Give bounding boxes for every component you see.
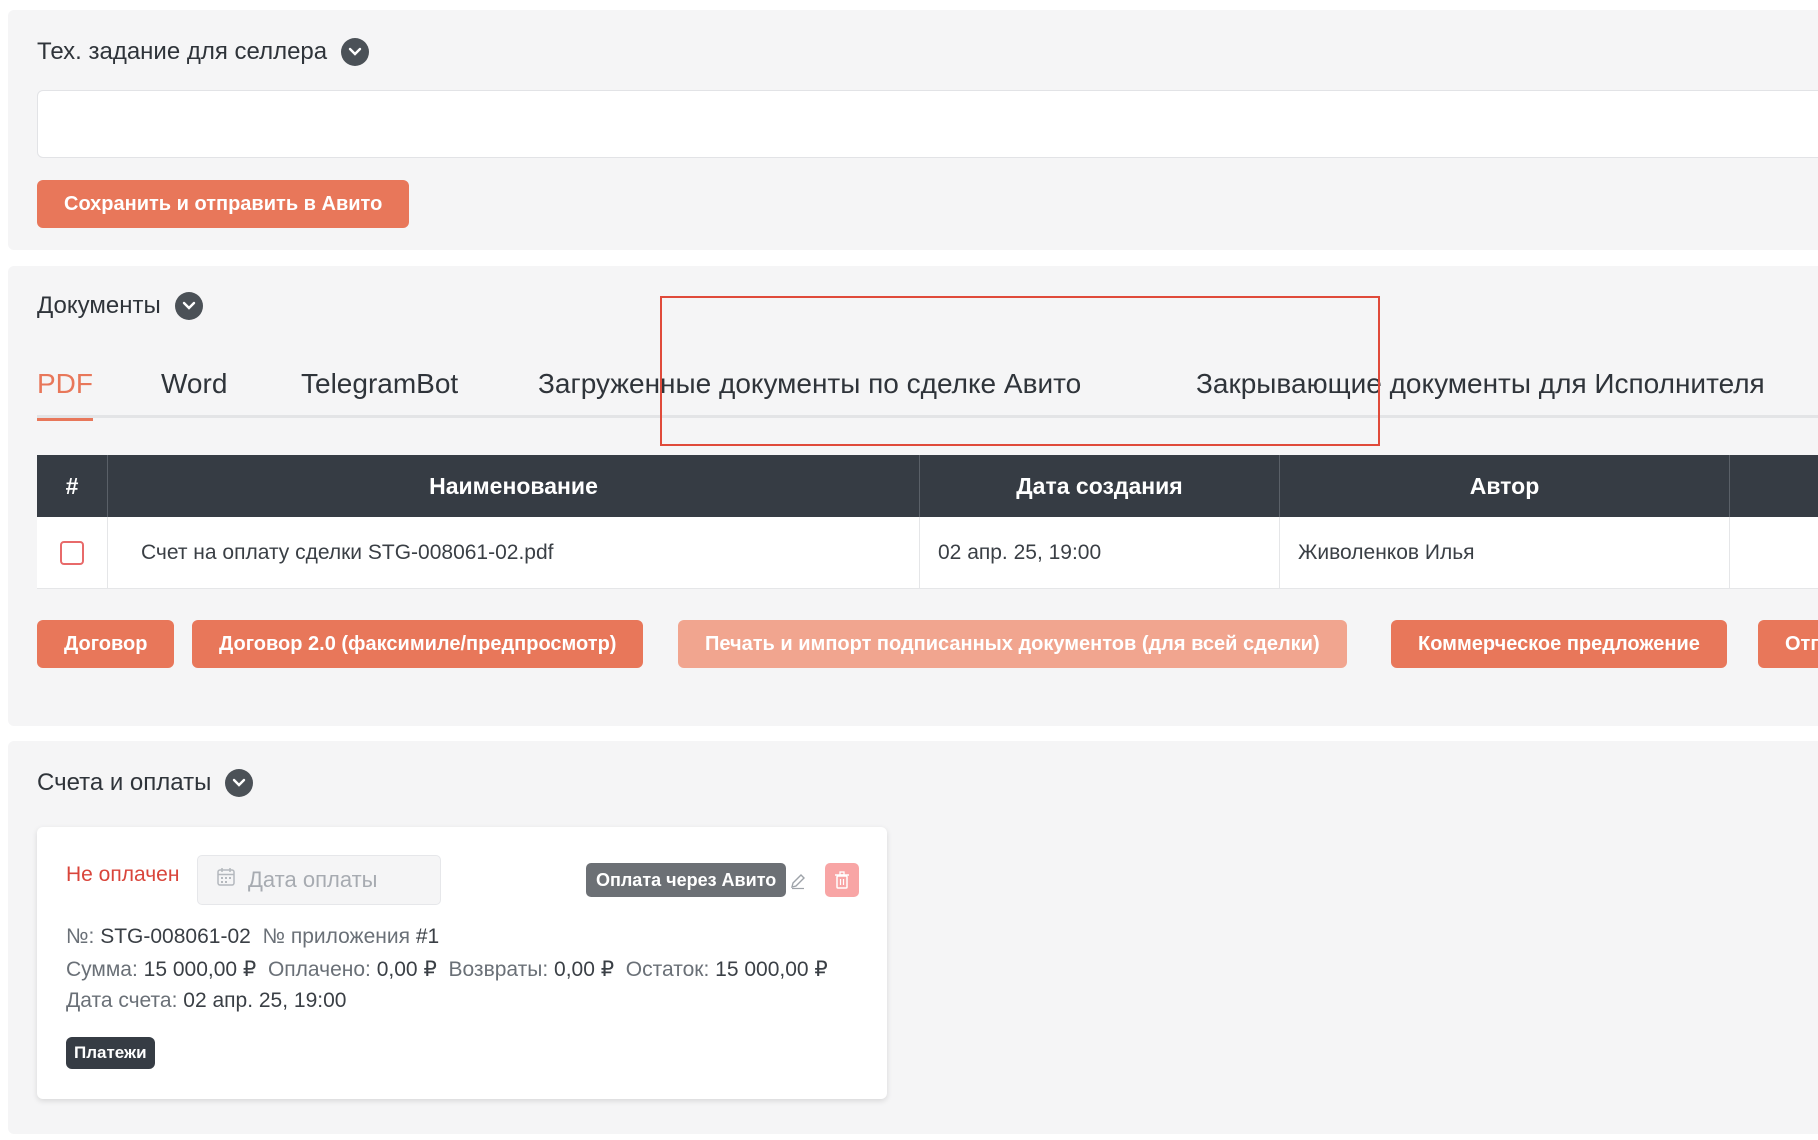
- rest-label: Остаток:: [625, 958, 710, 981]
- document-author: Живоленков Илья: [1280, 517, 1730, 589]
- bill-amounts-line: Сумма: 15 000,00 ₽ Оплачено: 0,00 ₽ Возв…: [66, 957, 828, 982]
- contract-button[interactable]: Договор: [37, 620, 175, 668]
- tab-avito-uploaded-docs[interactable]: Загруженные документы по сделке Авито: [538, 368, 1081, 418]
- tab-word[interactable]: Word: [161, 368, 227, 418]
- edit-icon[interactable]: [789, 872, 807, 895]
- save-and-send-avito-button[interactable]: Сохранить и отправить в Авито: [37, 180, 410, 228]
- sum-label: Сумма:: [66, 958, 138, 981]
- commercial-offer-button[interactable]: Коммерческое предложение: [1391, 620, 1727, 668]
- document-date: 02 апр. 25, 19:00: [920, 517, 1280, 589]
- documents-title-row: Документы: [37, 292, 203, 320]
- shipment-button[interactable]: Отг: [1758, 620, 1818, 668]
- column-header-extra: [1730, 455, 1818, 517]
- tab-telegrambot[interactable]: TelegramBot: [301, 368, 458, 418]
- bill-date: 02 апр. 25, 19:00: [183, 989, 347, 1012]
- tech-spec-title-row: Тех. задание для селлера: [37, 38, 370, 66]
- bill-date-line: Дата счета: 02 апр. 25, 19:00: [66, 989, 346, 1013]
- document-tabs: PDF Word TelegramBot Загруженные докумен…: [37, 368, 1818, 421]
- row-select-cell: [37, 517, 108, 589]
- sum-value: 15 000,00 ₽: [143, 958, 257, 981]
- documents-table: # Наименование Дата создания Автор Счет …: [37, 455, 1818, 589]
- payments-button[interactable]: Платежи: [66, 1037, 155, 1069]
- tab-closing-docs[interactable]: Закрывающие документы для Исполнителя: [1196, 368, 1765, 418]
- payment-date-input[interactable]: Дата оплаты: [197, 855, 441, 905]
- tech-spec-input[interactable]: [37, 90, 1818, 158]
- refunds-value: 0,00 ₽: [554, 958, 615, 981]
- avito-payment-badge[interactable]: Оплата через Авито: [586, 863, 787, 897]
- column-header-author[interactable]: Автор: [1280, 455, 1730, 517]
- documents-panel: Документы PDF Word TelegramBot Загруженн…: [8, 266, 1818, 726]
- tech-spec-panel: Тех. задание для селлера Сохранить и отп…: [8, 10, 1818, 250]
- table-header: # Наименование Дата создания Автор: [37, 455, 1818, 517]
- paid-value: 0,00 ₽: [376, 958, 437, 981]
- appendix-label: № приложения: [262, 925, 410, 948]
- documents-title: Документы: [37, 292, 161, 319]
- chevron-down-icon[interactable]: [225, 769, 254, 797]
- number-label: №:: [66, 925, 95, 948]
- appendix-number: #1: [415, 925, 440, 948]
- rest-value: 15 000,00 ₽: [715, 958, 828, 981]
- table-row: Счет на оплату сделки STG-008061-02.pdf …: [37, 517, 1818, 589]
- paid-label: Оплачено:: [267, 958, 371, 981]
- calendar-icon: [216, 867, 236, 893]
- bills-panel: Счета и оплаты Не оплачен Дата оплаты Оп…: [8, 741, 1818, 1134]
- tab-pdf[interactable]: PDF: [37, 368, 93, 421]
- bills-title-row: Счета и оплаты: [37, 769, 254, 797]
- tech-spec-title: Тех. задание для селлера: [37, 38, 328, 65]
- document-extra-cell: [1730, 517, 1818, 589]
- chevron-down-icon[interactable]: [341, 38, 370, 66]
- column-header-name[interactable]: Наименование: [108, 455, 920, 517]
- document-name[interactable]: Счет на оплату сделки STG-008061-02.pdf: [108, 517, 920, 589]
- column-header-date[interactable]: Дата создания: [920, 455, 1280, 517]
- status-badge: Не оплачен: [66, 863, 180, 886]
- contract-2-button[interactable]: Договор 2.0 (факсимиле/предпросмотр): [192, 620, 644, 668]
- bill-card: Не оплачен Дата оплаты Оплата через Авит…: [37, 827, 887, 1099]
- refunds-label: Возвраты:: [448, 958, 549, 981]
- column-header-number: #: [37, 455, 108, 517]
- payment-date-placeholder: Дата оплаты: [248, 867, 378, 892]
- print-import-signed-docs-button[interactable]: Печать и импорт подписанных документов (…: [678, 620, 1347, 668]
- chevron-down-icon[interactable]: [174, 292, 203, 320]
- bill-number: STG-008061-02: [100, 925, 251, 948]
- bill-number-line: №: STG-008061-02 № приложения #1: [66, 925, 439, 949]
- delete-button[interactable]: [825, 863, 859, 897]
- row-checkbox[interactable]: [60, 541, 84, 565]
- bill-date-label: Дата счета:: [66, 989, 178, 1012]
- trash-icon: [835, 871, 849, 889]
- bills-title: Счета и оплаты: [37, 769, 212, 796]
